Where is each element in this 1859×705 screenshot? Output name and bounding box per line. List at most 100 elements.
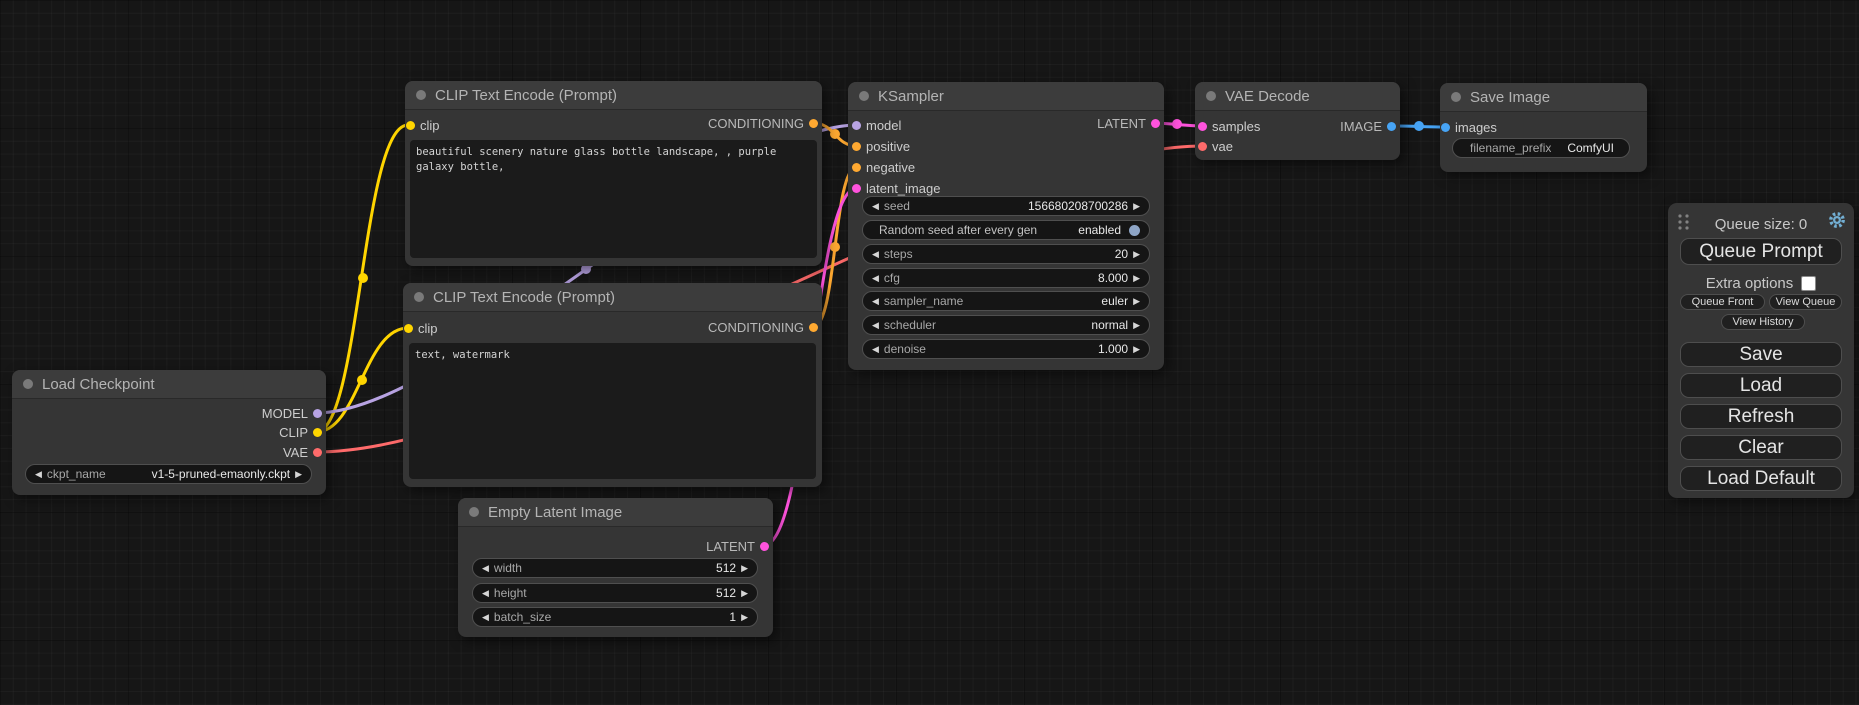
vae-port-icon[interactable]	[313, 448, 322, 457]
input-slot-latent-image[interactable]: latent_image	[852, 179, 940, 197]
widget-steps[interactable]: ◀ steps 20 ▶	[862, 244, 1150, 264]
widget-batch-size[interactable]: ◀ batch_size 1 ▶	[472, 607, 758, 627]
input-slot-clip[interactable]: clip	[404, 319, 438, 337]
next-arrow-icon[interactable]: ▶	[1133, 297, 1140, 306]
vae-port-icon[interactable]	[1198, 142, 1207, 151]
latent-port-icon[interactable]	[852, 184, 861, 193]
widget-cfg[interactable]: ◀ cfg 8.000 ▶	[862, 268, 1150, 288]
prev-arrow-icon[interactable]: ◀	[482, 589, 489, 598]
node-empty-latent-image[interactable]: Empty Latent Image LATENT ◀ width 512 ▶ …	[458, 498, 773, 637]
model-port-icon[interactable]	[313, 409, 322, 418]
output-slot-clip[interactable]: CLIP	[279, 423, 322, 441]
input-slot-samples[interactable]: samples	[1198, 117, 1260, 135]
widget-sampler-name[interactable]: ◀ sampler_name euler ▶	[862, 291, 1150, 311]
clip-port-icon[interactable]	[313, 428, 322, 437]
output-slot-latent[interactable]: LATENT	[706, 537, 769, 555]
conditioning-port-icon[interactable]	[809, 323, 818, 332]
next-arrow-icon[interactable]: ▶	[1133, 345, 1140, 354]
widget-seed[interactable]: ◀ seed 156680208700286 ▶	[862, 196, 1150, 216]
node-title-bar[interactable]: Save Image	[1440, 83, 1647, 112]
node-vae-decode[interactable]: VAE Decode samples vae IMAGE	[1195, 82, 1400, 160]
node-clip-text-encode-negative[interactable]: CLIP Text Encode (Prompt) clip CONDITION…	[403, 283, 822, 487]
input-slot-vae[interactable]: vae	[1198, 137, 1233, 155]
collapse-dot-icon[interactable]	[414, 292, 424, 302]
load-default-button[interactable]: Load Default	[1680, 466, 1842, 491]
output-slot-latent[interactable]: LATENT	[1097, 114, 1160, 132]
next-arrow-icon[interactable]: ▶	[741, 613, 748, 622]
toggle-icon[interactable]	[1129, 225, 1140, 236]
node-title-bar[interactable]: Empty Latent Image	[458, 498, 773, 527]
input-slot-clip[interactable]: clip	[406, 116, 440, 134]
conditioning-port-icon[interactable]	[852, 142, 861, 151]
next-arrow-icon[interactable]: ▶	[741, 564, 748, 573]
collapse-dot-icon[interactable]	[23, 379, 33, 389]
output-slot-vae[interactable]: VAE	[283, 443, 322, 461]
latent-port-icon[interactable]	[760, 542, 769, 551]
next-arrow-icon[interactable]: ▶	[1133, 274, 1140, 283]
gear-icon[interactable]	[1827, 210, 1847, 230]
clip-port-icon[interactable]	[406, 121, 415, 130]
collapse-dot-icon[interactable]	[859, 91, 869, 101]
clear-button[interactable]: Clear	[1680, 435, 1842, 460]
graph-canvas[interactable]: Load Checkpoint MODEL CLIP VAE ◀ ckpt_na…	[0, 0, 1859, 705]
widget-width[interactable]: ◀ width 512 ▶	[472, 558, 758, 578]
input-slot-model[interactable]: model	[852, 116, 901, 134]
prev-arrow-icon[interactable]: ◀	[482, 564, 489, 573]
node-title-bar[interactable]: Load Checkpoint	[12, 370, 326, 399]
next-arrow-icon[interactable]: ▶	[1133, 321, 1140, 330]
queue-prompt-button[interactable]: Queue Prompt	[1680, 238, 1842, 265]
output-slot-model[interactable]: MODEL	[262, 404, 322, 422]
image-port-icon[interactable]	[1387, 122, 1396, 131]
collapse-dot-icon[interactable]	[1206, 91, 1216, 101]
widget-height[interactable]: ◀ height 512 ▶	[472, 583, 758, 603]
prev-arrow-icon[interactable]: ◀	[872, 202, 879, 211]
prev-arrow-icon[interactable]: ◀	[872, 250, 879, 259]
latent-port-icon[interactable]	[1151, 119, 1160, 128]
view-queue-button[interactable]: View Queue	[1769, 294, 1842, 310]
queue-front-button[interactable]: Queue Front	[1680, 294, 1765, 310]
prev-arrow-icon[interactable]: ◀	[872, 297, 879, 306]
next-arrow-icon[interactable]: ▶	[1133, 250, 1140, 259]
node-save-image[interactable]: Save Image images filename_prefix ComfyU…	[1440, 83, 1647, 172]
input-slot-positive[interactable]: positive	[852, 137, 910, 155]
node-title-bar[interactable]: KSampler	[848, 82, 1164, 111]
prev-arrow-icon[interactable]: ◀	[35, 470, 42, 479]
prev-arrow-icon[interactable]: ◀	[482, 613, 489, 622]
model-port-icon[interactable]	[852, 121, 861, 130]
next-arrow-icon[interactable]: ▶	[295, 470, 302, 479]
extra-options-checkbox[interactable]	[1801, 276, 1816, 291]
clip-port-icon[interactable]	[404, 324, 413, 333]
collapse-dot-icon[interactable]	[1451, 92, 1461, 102]
prompt-textarea[interactable]: text, watermark	[409, 343, 816, 479]
load-button[interactable]: Load	[1680, 373, 1842, 398]
conditioning-port-icon[interactable]	[809, 119, 818, 128]
prompt-textarea[interactable]: beautiful scenery nature glass bottle la…	[410, 140, 817, 258]
save-button[interactable]: Save	[1680, 342, 1842, 367]
latent-port-icon[interactable]	[1198, 122, 1207, 131]
input-slot-images[interactable]: images	[1441, 118, 1497, 136]
widget-filename-prefix[interactable]: filename_prefix ComfyUI	[1452, 138, 1630, 158]
image-port-icon[interactable]	[1441, 123, 1450, 132]
output-slot-image[interactable]: IMAGE	[1340, 117, 1396, 135]
conditioning-port-icon[interactable]	[852, 163, 861, 172]
input-slot-negative[interactable]: negative	[852, 158, 915, 176]
node-clip-text-encode-positive[interactable]: CLIP Text Encode (Prompt) clip CONDITION…	[405, 81, 822, 266]
collapse-dot-icon[interactable]	[469, 507, 479, 517]
next-arrow-icon[interactable]: ▶	[1133, 202, 1140, 211]
node-title-bar[interactable]: CLIP Text Encode (Prompt)	[403, 283, 822, 312]
prev-arrow-icon[interactable]: ◀	[872, 274, 879, 283]
output-slot-conditioning[interactable]: CONDITIONING	[708, 114, 818, 132]
prev-arrow-icon[interactable]: ◀	[872, 321, 879, 330]
node-title-bar[interactable]: CLIP Text Encode (Prompt)	[405, 81, 822, 110]
view-history-button[interactable]: View History	[1721, 314, 1805, 330]
node-load-checkpoint[interactable]: Load Checkpoint MODEL CLIP VAE ◀ ckpt_na…	[12, 370, 326, 495]
output-slot-conditioning[interactable]: CONDITIONING	[708, 318, 818, 336]
collapse-dot-icon[interactable]	[416, 90, 426, 100]
next-arrow-icon[interactable]: ▶	[741, 589, 748, 598]
widget-random-seed[interactable]: Random seed after every gen enabled	[862, 220, 1150, 240]
widget-ckpt-name[interactable]: ◀ ckpt_name v1-5-pruned-emaonly.ckpt ▶	[25, 464, 312, 484]
widget-denoise[interactable]: ◀ denoise 1.000 ▶	[862, 339, 1150, 359]
widget-scheduler[interactable]: ◀ scheduler normal ▶	[862, 315, 1150, 335]
refresh-button[interactable]: Refresh	[1680, 404, 1842, 429]
node-ksampler[interactable]: KSampler model positive negative latent_…	[848, 82, 1164, 370]
